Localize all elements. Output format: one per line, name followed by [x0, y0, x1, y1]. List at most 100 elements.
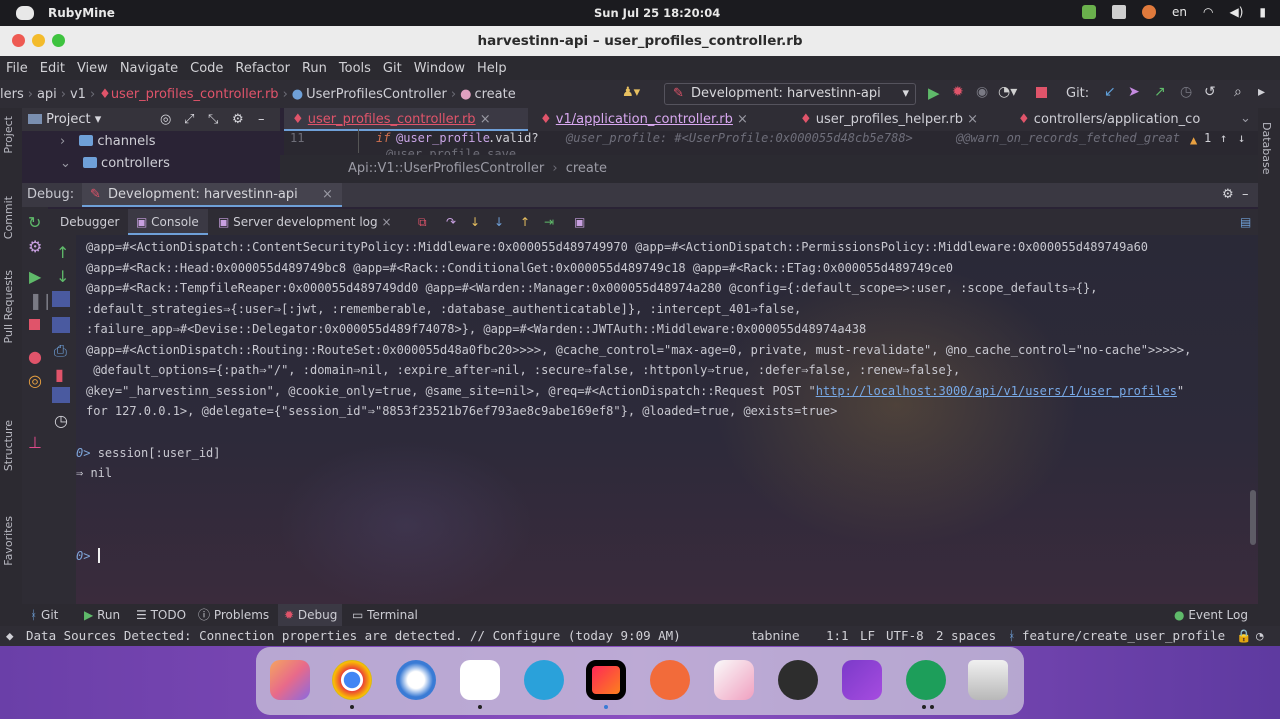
chrome-icon[interactable]: [332, 660, 372, 700]
tab-user-profiles-controller[interactable]: ♦ user_profiles_controller.rb ×: [284, 108, 528, 131]
menu-navigate[interactable]: Navigate: [120, 61, 178, 76]
scroll-to-end-icon[interactable]: [52, 317, 70, 333]
wifi-icon[interactable]: ◠: [1203, 5, 1213, 19]
close-icon[interactable]: ×: [381, 215, 391, 229]
prev-warning-icon[interactable]: ↑: [1220, 131, 1227, 145]
telegram-icon[interactable]: [524, 660, 564, 700]
layout-icon[interactable]: ▤: [1240, 209, 1251, 235]
rollback-icon[interactable]: ↺: [1204, 84, 1216, 100]
gear-icon[interactable]: ⚙: [232, 108, 244, 131]
console-scrollbar[interactable]: [1250, 490, 1256, 545]
breadcrumb-class[interactable]: Api::V1::UserProfilesController: [348, 161, 544, 176]
battery-icon[interactable]: ▮: [1259, 5, 1266, 19]
nav-file[interactable]: user_profiles_controller.rb: [111, 87, 279, 102]
tool-project[interactable]: Project: [2, 116, 15, 154]
menu-git[interactable]: Git: [383, 61, 402, 76]
trash-icon[interactable]: [968, 660, 1008, 700]
menu-refactor[interactable]: Refactor: [235, 61, 290, 76]
search-icon[interactable]: ⌕: [1234, 84, 1242, 100]
tool-tab-run[interactable]: ▶ Run: [84, 604, 120, 626]
tool-favorites[interactable]: Favorites: [2, 516, 15, 566]
code-editor[interactable]: 11 if @user_profile .valid? @user_profil…: [284, 129, 1258, 155]
os-clock[interactable]: Sun Jul 25 18:20:04: [594, 6, 720, 20]
tab-list-icon[interactable]: ⌄: [1240, 111, 1251, 126]
nav-crumb[interactable]: lers: [0, 87, 24, 102]
git-update-icon[interactable]: ↙: [1104, 84, 1116, 100]
settings-icon[interactable]: ▸: [1258, 84, 1265, 100]
resume-icon[interactable]: ▶: [29, 267, 41, 286]
menu-run[interactable]: Run: [302, 61, 327, 76]
warning-count[interactable]: 1: [1204, 131, 1211, 145]
tab-application-co[interactable]: ♦ controllers/application_co: [1014, 108, 1200, 131]
minimize-window-button[interactable]: [32, 34, 45, 47]
postman-icon[interactable]: [650, 660, 690, 700]
event-log[interactable]: ● Event Log: [1174, 604, 1248, 626]
show-execution-point-icon[interactable]: ⧉: [418, 209, 427, 235]
step-into-icon[interactable]: ↓: [470, 209, 480, 235]
history-icon[interactable]: ◷: [1180, 84, 1192, 100]
slack-tray-icon[interactable]: [1111, 5, 1126, 19]
close-icon[interactable]: ×: [322, 183, 333, 207]
menu-view[interactable]: View: [77, 61, 108, 76]
file-encoding[interactable]: UTF-8: [886, 626, 924, 646]
evaluate-icon[interactable]: ▣: [574, 209, 585, 235]
nav-method[interactable]: create: [474, 87, 515, 102]
tab-user-profiles-helper[interactable]: ♦ user_profiles_helper.rb ×: [796, 108, 978, 131]
console-active-input[interactable]: 0>: [76, 548, 100, 564]
nav-crumb[interactable]: v1: [70, 87, 86, 102]
atom-icon[interactable]: [906, 660, 946, 700]
print-icon[interactable]: ⎙: [54, 341, 67, 361]
nav-class[interactable]: UserProfilesController: [306, 87, 447, 102]
app-grid-icon[interactable]: [270, 660, 310, 700]
run-to-cursor-icon[interactable]: ⇥: [544, 209, 554, 235]
tool-commit[interactable]: Commit: [2, 196, 15, 239]
close-icon[interactable]: ×: [737, 112, 748, 127]
next-warning-icon[interactable]: ↓: [1238, 131, 1245, 145]
status-message[interactable]: Data Sources Detected: Connection proper…: [26, 626, 681, 646]
tab-debugger[interactable]: Debugger: [60, 209, 119, 235]
tool-database[interactable]: Database: [1260, 122, 1273, 175]
tool-structure[interactable]: Structure: [2, 420, 15, 471]
ubuntu-tray-icon[interactable]: [1141, 5, 1156, 19]
step-over-icon[interactable]: ↷: [446, 209, 456, 235]
line-separator[interactable]: LF: [860, 626, 875, 646]
hide-panel-icon[interactable]: –: [1242, 183, 1249, 207]
debug-console[interactable]: @app=#<ActionDispatch::ContentSecurityPo…: [76, 235, 1258, 604]
mute-breakpoints-icon[interactable]: ◎: [28, 371, 42, 390]
settings-icon[interactable]: ⚙: [28, 237, 42, 256]
soft-wrap-icon[interactable]: [52, 291, 70, 307]
stop-icon[interactable]: [29, 319, 40, 330]
up-icon[interactable]: ↑: [56, 243, 69, 262]
lock-icon[interactable]: 🔒: [1236, 626, 1252, 646]
coverage-icon[interactable]: ◉: [976, 84, 988, 100]
close-icon[interactable]: ×: [480, 112, 491, 127]
close-icon[interactable]: ×: [967, 112, 978, 127]
tool-tab-debug[interactable]: ✹ Debug: [278, 604, 342, 626]
language-indicator[interactable]: en: [1172, 5, 1187, 19]
apple-icon[interactable]: [16, 6, 34, 20]
os-app-name[interactable]: RubyMine: [48, 6, 115, 20]
menu-edit[interactable]: Edit: [40, 61, 65, 76]
notifications-icon[interactable]: ◔: [1256, 626, 1264, 646]
tree-item-channels[interactable]: › channels: [60, 134, 156, 149]
rubymine-icon[interactable]: [586, 660, 626, 700]
tabnine-status[interactable]: tabnine: [752, 626, 800, 646]
menu-code[interactable]: Code: [190, 61, 223, 76]
users-icon[interactable]: ♟▾: [622, 85, 640, 100]
tab-server-log[interactable]: ▣ Server development log ×: [218, 209, 392, 235]
tool-tab-git[interactable]: ᚼ Git: [30, 604, 58, 626]
collapse-icon[interactable]: ⤡: [208, 108, 218, 131]
git-commit-icon[interactable]: ↗: [1154, 84, 1166, 100]
menu-help[interactable]: Help: [477, 61, 507, 76]
run-icon[interactable]: ▶: [928, 84, 940, 102]
shield-icon[interactable]: [1081, 5, 1096, 19]
tab-console[interactable]: ▣ Console: [128, 209, 208, 235]
tree-item-controllers[interactable]: ⌄ controllers: [60, 156, 170, 171]
view-breakpoints-icon[interactable]: ●: [28, 347, 42, 366]
breadcrumb-method[interactable]: create: [566, 161, 607, 176]
tool-tab-todo[interactable]: ☰ TODO: [136, 604, 186, 626]
pin-icon[interactable]: ⊥: [28, 433, 42, 452]
podcast-icon[interactable]: [842, 660, 882, 700]
down-icon[interactable]: ↓: [56, 267, 69, 286]
close-window-button[interactable]: [12, 34, 25, 47]
